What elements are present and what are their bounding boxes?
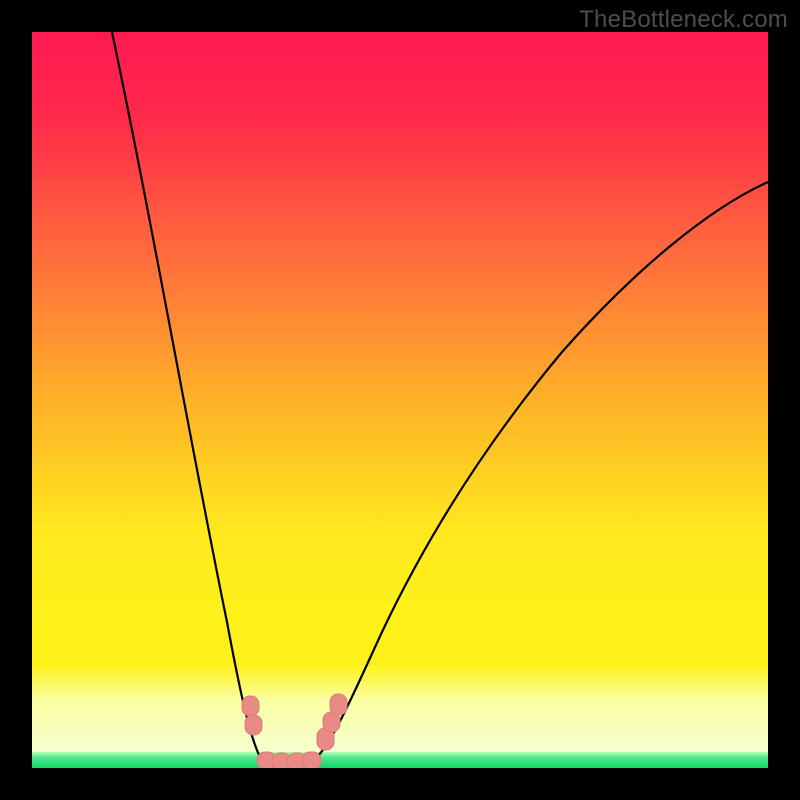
plot-svg [32, 32, 768, 768]
green-band [32, 752, 768, 768]
curve-marker [302, 752, 321, 768]
pale-band [32, 665, 768, 752]
curve-marker [245, 715, 262, 735]
curve-marker [330, 694, 347, 715]
watermark-text: TheBottleneck.com [579, 6, 788, 34]
plot-area [32, 32, 768, 768]
chart-frame: TheBottleneck.com [0, 0, 800, 800]
gradient-bg [32, 32, 768, 768]
curve-marker [242, 696, 259, 716]
